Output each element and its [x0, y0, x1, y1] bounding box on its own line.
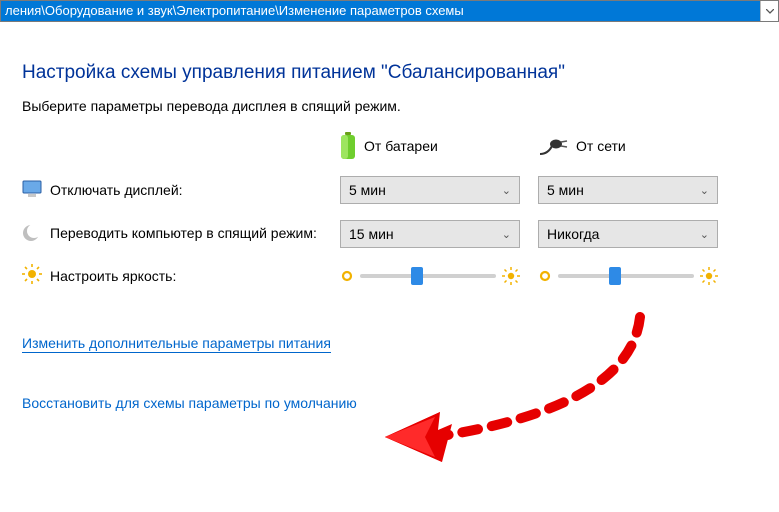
column-header-battery: От батареи: [340, 132, 520, 160]
column-header-plugged: От сети: [538, 136, 718, 156]
sleep-plugged-value: Никогда: [547, 226, 599, 242]
chevron-down-icon: ⌄: [700, 228, 709, 241]
chevron-down-icon: [766, 9, 774, 14]
chevron-down-icon: ⌄: [502, 184, 511, 197]
sun-bright-icon: [502, 267, 520, 285]
chevron-down-icon: ⌄: [700, 184, 709, 197]
sun-dim-icon: [340, 269, 354, 283]
column-header-plugged-label: От сети: [576, 138, 626, 154]
sleep-plugged-select[interactable]: Никогда ⌄: [538, 220, 718, 248]
page-title: Настройка схемы управления питанием "Сба…: [22, 62, 757, 84]
display-off-battery-value: 5 мин: [349, 182, 386, 198]
display-off-plugged-select[interactable]: 5 мин ⌄: [538, 176, 718, 204]
sun-icon: [22, 264, 50, 287]
row-label-display-off: Отключать дисплей:: [50, 182, 340, 198]
sleep-battery-select[interactable]: 15 мин ⌄: [340, 220, 520, 248]
chevron-down-icon: ⌄: [502, 228, 511, 241]
page-subtitle: Выберите параметры перевода дисплея в сп…: [22, 98, 757, 114]
column-header-battery-label: От батареи: [364, 138, 438, 154]
breadcrumb-dropdown-button[interactable]: [760, 1, 778, 21]
display-off-plugged-value: 5 мин: [547, 182, 584, 198]
breadcrumb-bar[interactable]: ления\Оборудование и звук\Электропитание…: [0, 0, 779, 22]
breadcrumb-text: ления\Оборудование и звук\Электропитание…: [1, 1, 760, 21]
link-restore-defaults[interactable]: Восстановить для схемы параметры по умол…: [22, 395, 357, 411]
link-advanced-settings[interactable]: Изменить дополнительные параметры питани…: [22, 335, 331, 353]
brightness-plugged-slider[interactable]: [538, 267, 718, 285]
monitor-icon: [22, 180, 50, 201]
sleep-battery-value: 15 мин: [349, 226, 394, 242]
battery-icon: [340, 132, 356, 160]
brightness-battery-slider[interactable]: [340, 267, 520, 285]
sun-dim-icon: [538, 269, 552, 283]
plug-icon: [538, 136, 568, 156]
sun-bright-icon: [700, 267, 718, 285]
row-label-brightness: Настроить яркость:: [50, 268, 340, 284]
row-label-sleep: Переводить компьютер в спящий режим:: [50, 225, 340, 243]
display-off-battery-select[interactable]: 5 мин ⌄: [340, 176, 520, 204]
moon-icon: [22, 224, 50, 245]
